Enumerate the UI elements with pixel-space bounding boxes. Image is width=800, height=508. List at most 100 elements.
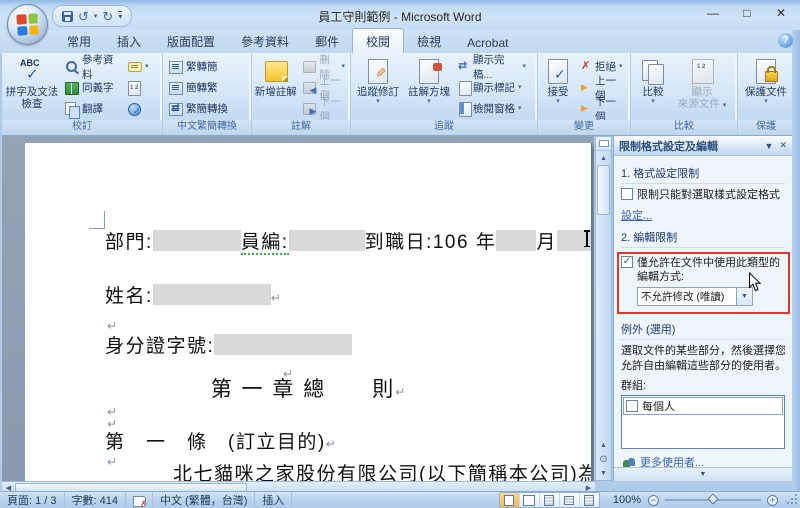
tab-page-layout[interactable]: 版面配置 (154, 29, 228, 53)
translate-button[interactable]: 翻譯 (61, 99, 123, 119)
limit-formatting-checkbox[interactable] (621, 188, 633, 200)
exceptions-desc-line2: 允許自由編輯這些部分的使用者。 (621, 360, 785, 373)
proofing-status[interactable]: ✗ (126, 492, 153, 508)
tab-references[interactable]: 參考資料 (228, 29, 302, 53)
group-label-changes: 變更 (538, 120, 630, 135)
translate-icon (64, 101, 80, 119)
tab-mailings[interactable]: 郵件 (302, 29, 352, 53)
everyone-list-item[interactable]: 每個人 (623, 397, 783, 416)
reviewing-pane-button[interactable]: 檢閱窗格 ▾ (455, 99, 529, 118)
thesaurus-button[interactable]: 同義字 (61, 78, 123, 97)
research-button[interactable]: 參考資料 (61, 54, 123, 81)
zoom-in-button[interactable]: + (767, 494, 778, 506)
next-comment-button[interactable]: ▶ 下一個 (299, 96, 348, 123)
word-count-indicator[interactable]: 字數: 414 (65, 492, 126, 508)
redacted-value (496, 230, 537, 251)
redacted-value (152, 230, 241, 251)
zoom-level[interactable]: 100% (606, 494, 648, 506)
insert-mode-indicator[interactable]: 插入 (255, 492, 293, 508)
restrict-formatting-pane: 限制格式設定及編輯 ▼ ✕ 1. 格式設定限制 限制只能對選取樣式設定格式 設定… (613, 136, 792, 481)
spelling-grammar-button[interactable]: ABC ✓ 拼字及文法檢查 (4, 55, 60, 120)
zoom-out-button[interactable]: − (648, 494, 659, 506)
set-language-button[interactable]: ✓ (124, 99, 152, 118)
exceptions-heading: 例外 (選用) (621, 320, 785, 341)
close-button[interactable]: ✕ (764, 0, 798, 25)
everyone-checkbox[interactable] (626, 400, 638, 413)
protect-document-button[interactable]: 保護文件 ▾ (741, 55, 791, 120)
next-comment-icon: ▶ (302, 101, 317, 116)
translation-screentip-button[interactable]: ▾ (124, 57, 152, 76)
set-language-icon: ✓ (127, 101, 142, 116)
ruler-toggle-button[interactable] (596, 137, 611, 151)
next-change-button[interactable]: ▶ 下一個 (577, 96, 627, 123)
exceptions-desc-line1: 選取文件的某些部分，然後選擇您 (621, 345, 785, 358)
language-indicator[interactable]: 中文 (繁體，台灣) (153, 492, 256, 508)
resize-grip[interactable] (786, 492, 800, 508)
vertical-scrollbar[interactable]: ▲ ▲ ⊙ ▼ (595, 136, 612, 481)
qat-customize-icon[interactable]: ▾ (118, 11, 123, 21)
display-for-review-dropdown[interactable]: ⇄ 顯示完稿... ▾ (455, 54, 529, 81)
select-browse-object-button[interactable]: ⊙ (596, 452, 611, 466)
redacted-value (152, 284, 271, 305)
new-comment-button[interactable]: 新增註解 (254, 55, 298, 120)
paragraph-mark: ↵ (395, 385, 406, 399)
spelling-check-icon: ABC ✓ (20, 58, 40, 83)
zoom-track[interactable] (665, 493, 761, 505)
editing-type-dropdown[interactable]: 不允許修改 (唯讀) ▼ (637, 287, 753, 307)
view-shortcuts (498, 492, 600, 508)
doc-article-line: 第 一 條 (訂立目的)↵ (105, 432, 336, 453)
undo-caret-icon[interactable]: ▾ (94, 12, 98, 20)
tab-insert[interactable]: 插入 (104, 29, 154, 53)
convert-button[interactable]: ⇄ 繁簡轉換 (165, 99, 247, 118)
show-source-documents-button[interactable]: 1 2 顯示 來源文件 ▾ (674, 55, 730, 120)
document-area: 部門:員編:到職日:106 年月日 姓名:↵ ↵ 身分證字號: ↵ 第 一 章 … (2, 136, 594, 481)
tab-view[interactable]: 檢視 (404, 29, 454, 53)
redo-button[interactable]: ↻ (102, 10, 113, 23)
simp-to-trad-button[interactable]: 簡轉繁 (165, 78, 247, 97)
full-screen-reading-view-button[interactable] (520, 493, 540, 507)
group-label-protect: 保護 (738, 120, 794, 135)
draft-view-button[interactable] (580, 493, 599, 507)
browse-previous-button[interactable]: ▲ (596, 438, 611, 452)
outline-view-button[interactable] (560, 493, 580, 507)
office-button[interactable] (7, 4, 48, 45)
tab-acrobat[interactable]: Acrobat (454, 32, 521, 53)
accept-button[interactable]: ✓ 接受 ▾ (540, 55, 576, 120)
pane-close-icon[interactable]: ✕ (779, 140, 787, 151)
status-bar: 頁面: 1 / 3 字數: 414 ✗ 中文 (繁體，台灣) 插入 100% −… (0, 491, 800, 508)
show-markup-button[interactable]: 顯示標記 ▾ (455, 78, 529, 97)
doc-line-name: 姓名: ↵ (105, 284, 281, 307)
tab-review[interactable]: 校閱 (352, 28, 405, 53)
undo-button[interactable]: ↺ (78, 10, 89, 23)
pane-scroll-down[interactable]: ▼ (614, 467, 792, 481)
doc-line-employee-info: 部門:員編:到職日:106 年月日 (105, 227, 591, 255)
document-page[interactable]: 部門:員編:到職日:106 年月日 姓名:↵ ↵ 身分證字號: ↵ 第 一 章 … (25, 143, 591, 481)
redacted-value (214, 334, 353, 355)
next-change-icon: ▶ (581, 103, 588, 113)
pane-menu-icon[interactable]: ▼ (765, 141, 774, 151)
help-icon[interactable]: ? (778, 33, 793, 48)
trad-to-simp-button[interactable]: 繁轉簡 (165, 57, 247, 76)
browse-next-button[interactable]: ▼ (596, 466, 611, 480)
word-count-icon: 1 2 (127, 80, 142, 96)
vertical-scroll-thumb[interactable] (597, 165, 610, 215)
editing-restrictions-checkbox[interactable]: ✓ (621, 255, 633, 268)
web-layout-view-button[interactable] (540, 493, 560, 507)
paragraph-mark: ↵ (107, 455, 118, 469)
balloons-button[interactable]: 註解方塊 ▾ (404, 55, 454, 120)
word-count-button[interactable]: 1 2 (124, 78, 152, 97)
more-users-link[interactable]: 更多使用者... (640, 454, 704, 467)
track-changes-button[interactable]: ✎ 追蹤修訂 ▾ (353, 55, 403, 120)
zoom-slider-handle[interactable] (707, 493, 719, 505)
save-icon[interactable] (62, 10, 73, 22)
tab-home[interactable]: 常用 (54, 29, 104, 53)
settings-link[interactable]: 設定... (621, 210, 652, 222)
editing-restrictions-label: 僅允許在文件中使用此類型的編輯方式: (637, 256, 780, 284)
print-layout-view-button[interactable] (499, 493, 520, 507)
groups-listbox[interactable]: 每個人 (621, 395, 785, 450)
compare-button[interactable]: 比較 ▾ (633, 55, 673, 120)
page-indicator[interactable]: 頁面: 1 / 3 (0, 492, 65, 508)
maximize-button[interactable]: □ (730, 0, 764, 25)
scroll-up-button[interactable]: ▲ (596, 151, 611, 165)
minimize-button[interactable]: — (696, 0, 730, 25)
